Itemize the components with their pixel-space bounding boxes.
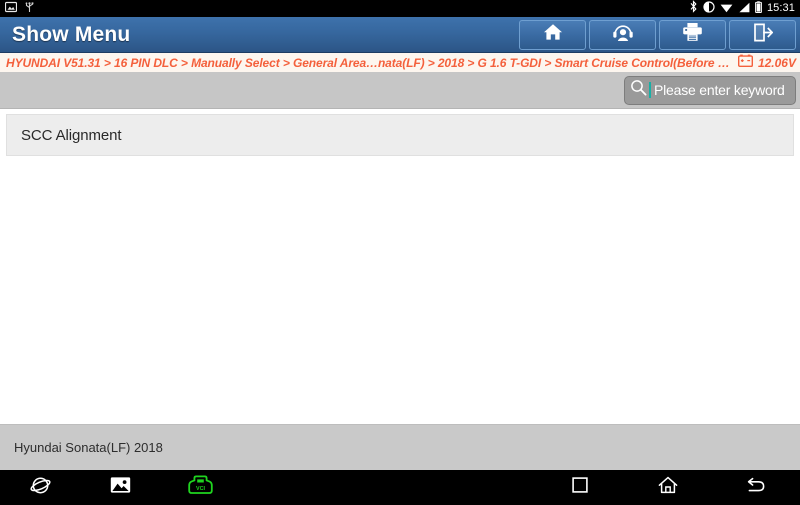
search-input[interactable]: Please enter keyword: [624, 75, 796, 105]
status-bar-right-icons: 15:31: [689, 0, 795, 18]
usb-icon: [24, 0, 35, 18]
nav-home-button[interactable]: [624, 476, 712, 499]
menu-list: SCC Alignment: [0, 109, 800, 424]
search-placeholder: Please enter keyword: [654, 82, 785, 98]
app-title-bar: Show Menu: [0, 17, 800, 53]
voltage-value: 12.06V: [757, 55, 796, 70]
wifi-icon: [720, 0, 733, 18]
car-battery-icon: [737, 54, 753, 72]
gallery-button[interactable]: [80, 476, 160, 499]
nav-bar-left-group: VCI: [0, 475, 240, 501]
breadcrumb: HYUNDAI V51.31 > 16 PIN DLC > Manually S…: [0, 53, 800, 72]
search-icon: [630, 79, 647, 101]
recents-button[interactable]: [536, 477, 624, 498]
headset-icon: [612, 22, 634, 47]
support-button[interactable]: [589, 19, 656, 50]
home-button[interactable]: [519, 19, 586, 50]
breadcrumb-path[interactable]: HYUNDAI V51.31 > 16 PIN DLC > Manually S…: [6, 56, 732, 70]
voltage-indicator: 12.06V: [732, 54, 796, 72]
nav-bar-right-group: [536, 476, 800, 499]
toolbar: [519, 17, 800, 52]
exit-button[interactable]: [729, 19, 796, 50]
browser-icon: [29, 475, 51, 501]
vehicle-info-bar: Hyundai Sonata(LF) 2018: [0, 424, 800, 470]
screenshot-icon: [4, 0, 18, 18]
signal-icon: [738, 0, 750, 18]
recents-icon: [572, 477, 588, 498]
back-button[interactable]: [712, 477, 800, 499]
status-bar-clock: 15:31: [766, 2, 795, 14]
exit-icon: [753, 23, 773, 47]
search-caret: [649, 82, 651, 98]
browser-button[interactable]: [0, 475, 80, 501]
dnd-icon: [703, 0, 715, 18]
battery-icon: [755, 0, 762, 18]
bluetooth-icon: [689, 0, 698, 18]
svg-text:VCI: VCI: [196, 486, 205, 492]
printer-icon: [682, 22, 703, 47]
vci-icon: VCI: [187, 475, 214, 500]
android-status-bar: 15:31: [0, 0, 800, 17]
list-item-label: SCC Alignment: [21, 126, 122, 144]
vehicle-label: Hyundai Sonata(LF) 2018: [14, 440, 163, 455]
vci-button[interactable]: VCI: [160, 475, 240, 500]
list-item[interactable]: SCC Alignment: [6, 114, 794, 156]
home-icon: [543, 23, 563, 46]
home-icon: [658, 476, 678, 499]
status-bar-left-icons: [4, 0, 35, 18]
page-title: Show Menu: [12, 22, 131, 46]
back-icon: [746, 477, 766, 499]
print-button[interactable]: [659, 19, 726, 50]
gallery-icon: [110, 476, 131, 499]
search-strip: Please enter keyword: [0, 72, 800, 109]
